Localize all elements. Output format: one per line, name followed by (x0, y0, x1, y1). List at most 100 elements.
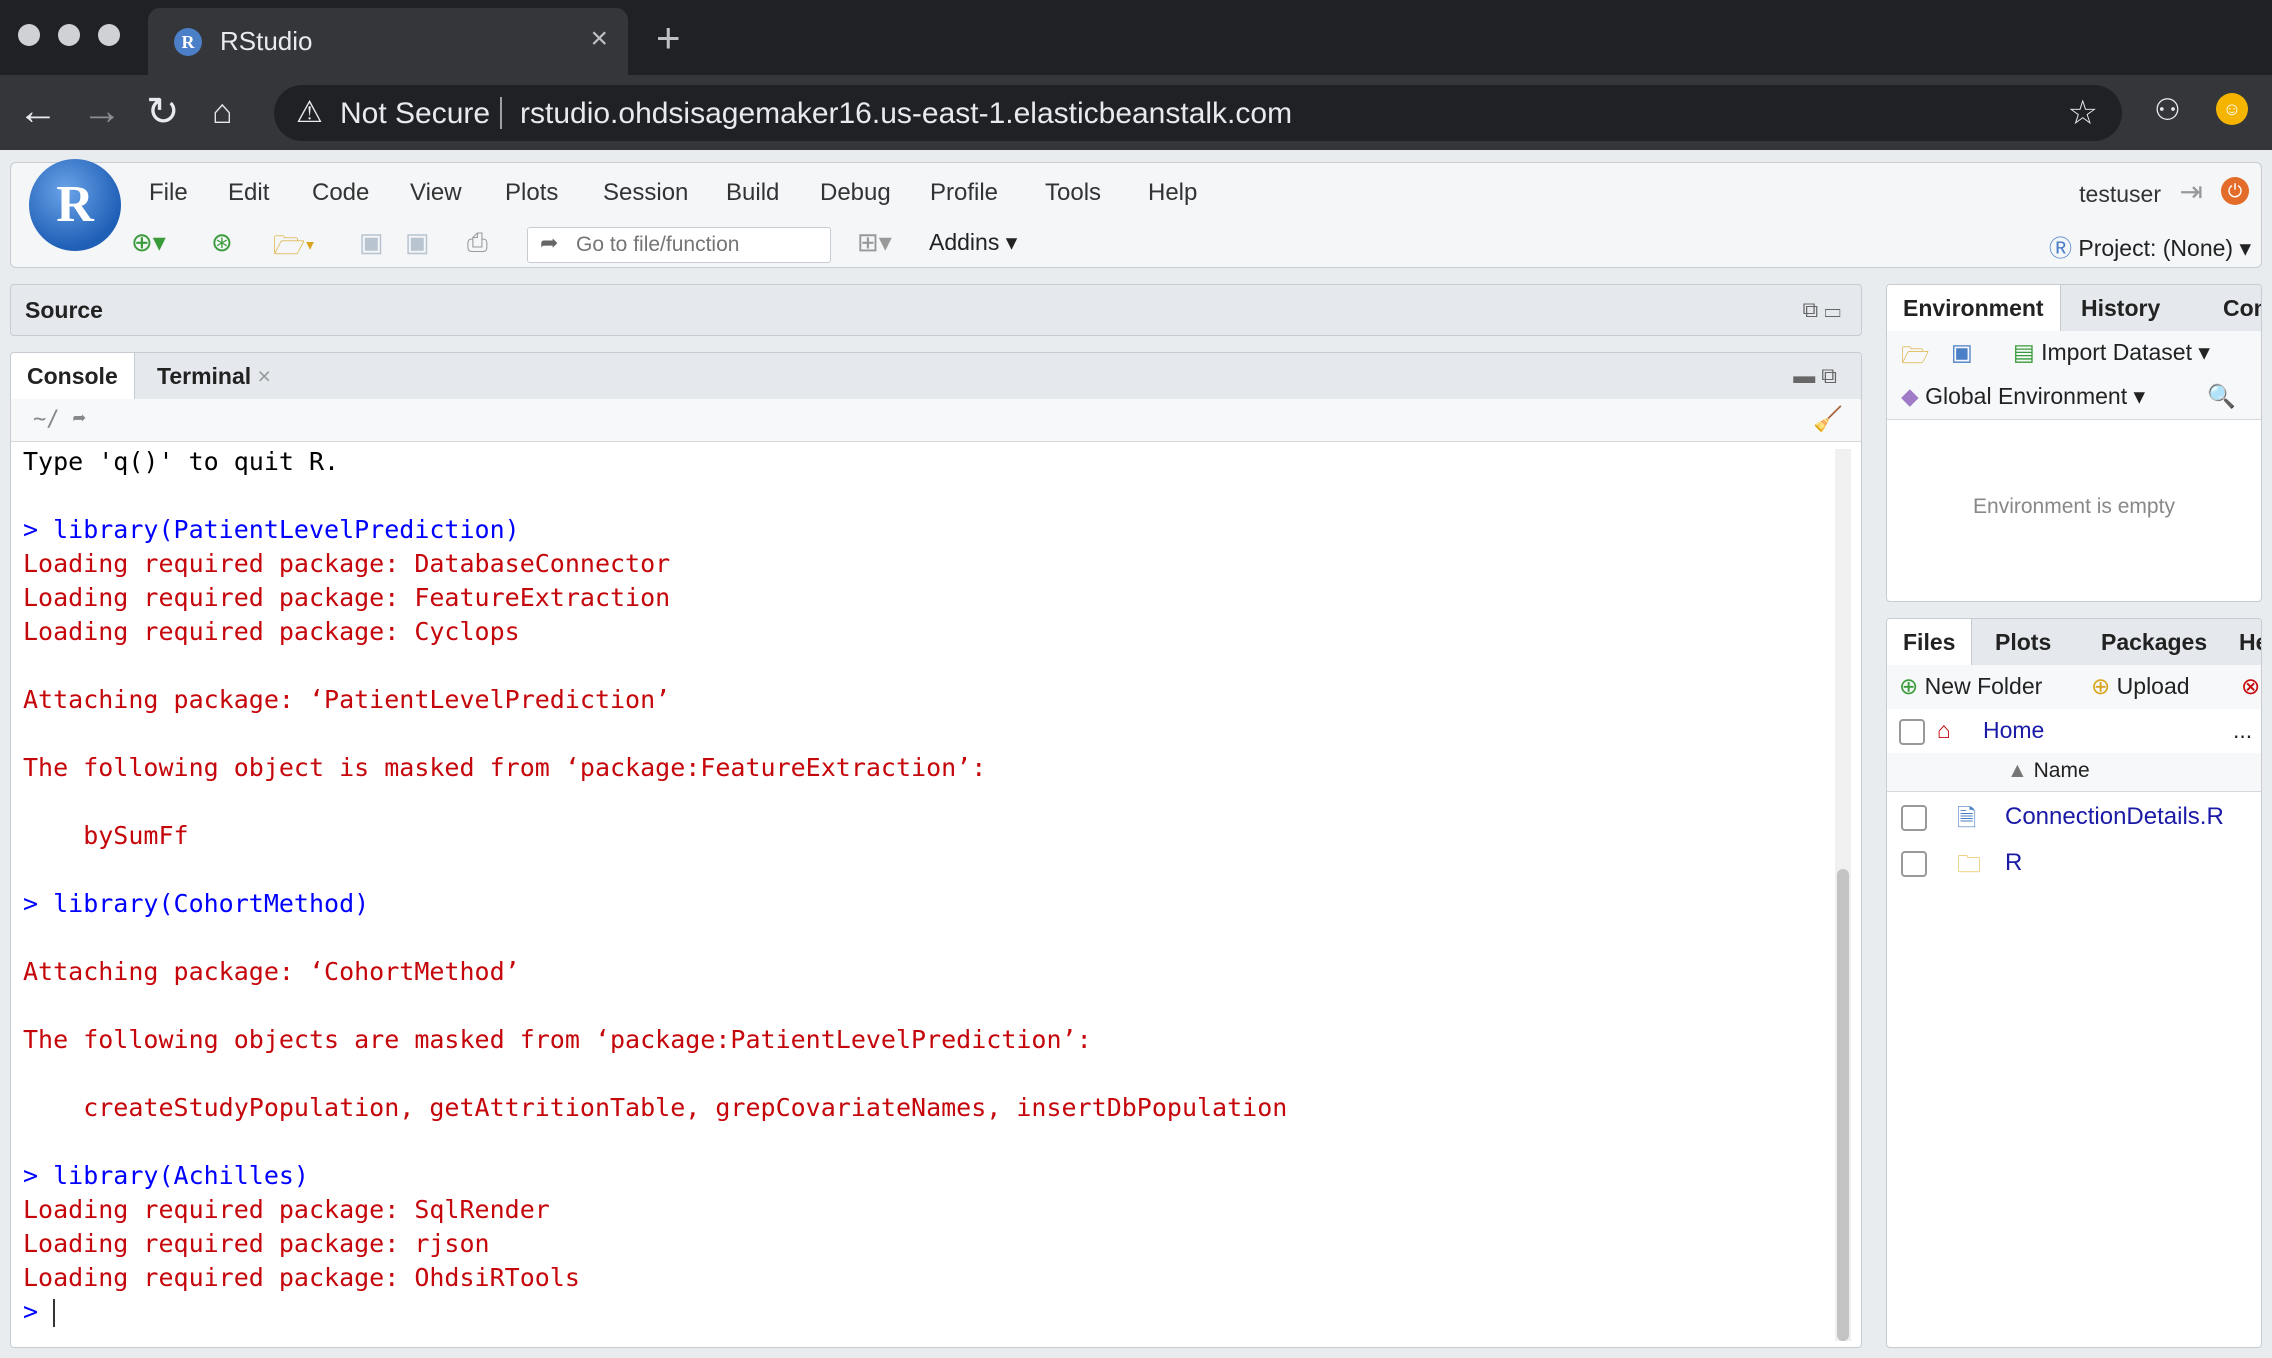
menu-code[interactable]: Code (312, 179, 369, 207)
name-header-label: Name (2033, 759, 2090, 782)
tab-help[interactable]: He (2223, 619, 2261, 665)
project-menu[interactable]: Ⓡ Project: (None) ▾ (2049, 229, 2251, 263)
breadcrumb-home[interactable]: Home (1983, 717, 2044, 744)
select-all-checkbox[interactable] (1899, 719, 1925, 745)
save-all-icon[interactable]: ▣ (405, 227, 430, 258)
menu-edit[interactable]: Edit (228, 179, 269, 207)
console-scrollbar[interactable] (1835, 449, 1851, 1341)
environment-empty-message: Environment is empty (1973, 495, 2175, 518)
minimize-window-button[interactable] (58, 24, 80, 46)
address-bar[interactable]: ⚠ Not Secure rstudio.ohdsisagemaker16.us… (274, 85, 2122, 141)
tab-packages[interactable]: Packages (2085, 619, 2223, 665)
home-icon[interactable]: ⌂ (1937, 717, 1951, 744)
close-terminal-icon[interactable]: × (258, 363, 271, 389)
quit-session-icon[interactable]: ⏻ (2221, 177, 2249, 205)
file-row-checkbox[interactable] (1901, 851, 1927, 877)
console-output-line: Loading required package: DatabaseConnec… (23, 549, 671, 578)
workspace-panes-icon[interactable]: ⊞▾ (857, 227, 892, 258)
tab-terminal[interactable]: Terminal × (141, 353, 287, 399)
tab-environment[interactable]: Environment (1887, 285, 2061, 332)
file-name-link[interactable]: R (2005, 849, 2022, 877)
menu-help[interactable]: Help (1148, 179, 1197, 207)
url-text[interactable]: rstudio.ohdsisagemaker16.us-east-1.elast… (520, 97, 1292, 131)
menu-plots[interactable]: Plots (505, 179, 558, 207)
menu-profile[interactable]: Profile (930, 179, 998, 207)
goto-file-function[interactable]: ➦ (527, 227, 831, 263)
file-row[interactable]: 🗎 ConnectionDetails.R (1887, 795, 2261, 839)
console-output-line: Loading required package: Cyclops (23, 617, 520, 646)
console-command-line: > library(Achilles) (23, 1161, 309, 1190)
files-toolbar: ⊕ New Folder ⊕ Upload ⊗ (1887, 665, 2261, 710)
r-file-icon: 🗎 (1957, 805, 1977, 832)
new-tab-button[interactable]: + (656, 14, 681, 62)
warning-icon: ⚠ (296, 96, 323, 129)
console-output-line: Type 'q()' to quit R. (23, 447, 340, 476)
tab-console[interactable]: Console (11, 353, 135, 400)
goto-arrow-icon: ➦ (540, 230, 559, 255)
clear-console-icon[interactable]: 🧹 (1813, 405, 1843, 434)
tab-title: RStudio (220, 26, 313, 56)
print-icon[interactable]: ⎙ (467, 227, 488, 259)
back-icon[interactable]: ← (18, 89, 58, 134)
profile-avatar[interactable]: ☺ (2216, 93, 2248, 125)
new-file-icon[interactable]: ⊕▾ (131, 227, 166, 258)
save-workspace-icon[interactable]: ▣ (1951, 339, 1973, 366)
search-icon[interactable]: 🔍 (2207, 383, 2236, 410)
more-options-button[interactable]: ... (2233, 717, 2252, 744)
menu-session[interactable]: Session (603, 179, 688, 207)
new-folder-button[interactable]: ⊕ New Folder (1899, 673, 2042, 700)
tab-connections[interactable]: Conn (2207, 285, 2261, 331)
reload-icon[interactable]: ↻ (146, 89, 180, 135)
tab-terminal-label: Terminal (157, 363, 252, 389)
pane-window-controls[interactable]: ⧉▭ (1803, 297, 1847, 323)
file-name-link[interactable]: ConnectionDetails.R (2005, 803, 2224, 831)
import-dataset-button[interactable]: ▤ Import Dataset ▾ (2013, 339, 2210, 366)
scrollbar-thumb[interactable] (1837, 869, 1849, 1341)
files-breadcrumb-bar: ⌂ Home ... (1887, 709, 2261, 754)
console-command-line: > library(CohortMethod) (23, 889, 370, 918)
console-tabs: Console Terminal × ▬⧉ (11, 353, 1861, 400)
divider (500, 97, 502, 129)
menu-debug[interactable]: Debug (820, 179, 891, 207)
working-directory[interactable]: ~/ ➦ (33, 407, 86, 432)
name-column-header[interactable]: ▲ Name (2007, 759, 2090, 783)
new-folder-icon: ⊕ (1899, 673, 1919, 699)
console-command-line: > library(PatientLevelPrediction) (23, 515, 520, 544)
sign-out-icon[interactable]: ⇥ (2180, 175, 2203, 208)
save-icon[interactable]: ▣ (359, 227, 384, 258)
home-icon[interactable]: ⌂ (212, 93, 233, 132)
environment-scope-select[interactable]: ◆ Global Environment ▾ (1901, 383, 2145, 410)
tab-history[interactable]: History (2065, 285, 2176, 331)
new-project-icon[interactable]: ⊛ (211, 227, 233, 258)
load-workspace-icon[interactable]: 🗁 (1901, 339, 1930, 378)
tab-files[interactable]: Files (1887, 619, 1973, 666)
menu-view[interactable]: View (410, 179, 462, 207)
file-row-checkbox[interactable] (1901, 805, 1927, 831)
working-directory-text: ~/ (33, 407, 60, 432)
menu-build[interactable]: Build (726, 179, 779, 207)
tab-plots[interactable]: Plots (1979, 619, 2067, 665)
star-icon[interactable]: ☆ (2068, 93, 2098, 133)
upload-button[interactable]: ⊕ Upload (2091, 673, 2190, 700)
environment-icon: ◆ (1901, 383, 1919, 409)
zoom-window-button[interactable] (98, 24, 120, 46)
open-file-icon[interactable]: 🗁▾ (273, 227, 315, 271)
file-row[interactable]: 🗀 R (1887, 841, 2261, 885)
close-window-button[interactable] (18, 24, 40, 46)
forward-icon[interactable]: → (82, 89, 122, 134)
delete-icon[interactable]: ⊗ (2241, 673, 2260, 700)
console-output[interactable]: Type 'q()' to quit R. > library(PatientLe… (23, 445, 1833, 1329)
console-command-line: > (23, 1297, 56, 1327)
menu-tools[interactable]: Tools (1045, 179, 1101, 207)
browser-tab-rstudio[interactable]: R RStudio × (148, 8, 628, 78)
console-output-line: createStudyPopulation, getAttritionTable… (23, 1093, 1288, 1122)
console-window-controls[interactable]: ▬⧉ (1793, 363, 1843, 389)
close-tab-icon[interactable]: × (590, 22, 608, 56)
addins-menu[interactable]: Addins ▾ (929, 229, 1017, 256)
menu-file[interactable]: File (149, 179, 188, 207)
goto-input[interactable] (574, 232, 818, 258)
extension-icon[interactable]: ⚇ (2154, 93, 2181, 128)
